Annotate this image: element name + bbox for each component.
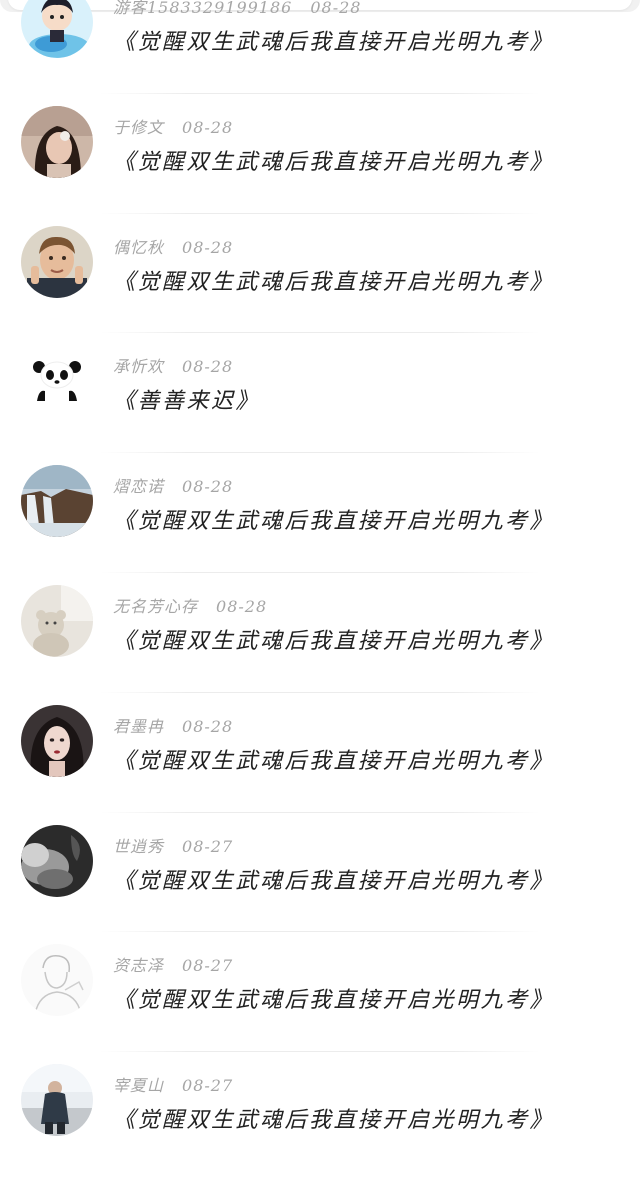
comment-date: 08-28 <box>216 596 268 616</box>
comment-text: 《觉醒双生武魂后我直接开启光明九考》 <box>113 509 555 535</box>
username[interactable]: 游客1583329199186 <box>113 0 292 17</box>
comment-text: 《觉醒双生武魂后我直接开启光明九考》 <box>113 628 555 654</box>
comment-item[interactable]: 君墨冉 08-28 《觉醒双生武魂后我直接开启光明九考》 <box>0 693 640 813</box>
boy-photo-avatar <box>21 225 93 298</box>
comment-text: 《觉醒双生武魂后我直接开启光明九考》 <box>113 1108 555 1134</box>
woman-portrait-avatar <box>21 704 93 777</box>
comment-item[interactable]: 游客1583329199186 08-28 《觉醒双生武魂后我直接开启光明九考》 <box>0 0 640 94</box>
comment-text: 《觉醒双生武魂后我直接开启光明九考》 <box>113 30 555 55</box>
comment-item[interactable]: 资志泽 08-27 《觉醒双生武魂后我直接开启光明九考》 <box>0 932 640 1053</box>
comment-date: 08-28 <box>310 0 362 17</box>
comment-list-panel: 游客1583329199186 08-28 《觉醒双生武魂后我直接开启光明九考》 … <box>0 0 640 1177</box>
panda-icon <box>21 345 93 418</box>
comment-meta: 偶忆秋 08-28 <box>113 234 233 258</box>
avatar[interactable] <box>21 824 93 897</box>
avatar[interactable] <box>21 345 93 418</box>
comment-text: 《觉醒双生武魂后我直接开启光明九考》 <box>113 748 555 774</box>
sketch-boy-avatar <box>21 944 93 1017</box>
comment-meta: 游客1583329199186 08-28 <box>113 0 361 18</box>
comment-text: 《觉醒双生武魂后我直接开启光明九考》 <box>113 149 555 175</box>
comment-item[interactable]: 偶忆秋 08-28 《觉醒双生武魂后我直接开启光明九考》 <box>0 214 640 334</box>
comment-text: 《觉醒双生武魂后我直接开启光明九考》 <box>113 988 555 1014</box>
comment-date: 08-27 <box>182 956 234 976</box>
comment-item[interactable]: 无名芳心存 08-28 《觉醒双生武魂后我直接开启光明九考》 <box>0 573 640 693</box>
username[interactable]: 世逍秀 <box>113 837 164 856</box>
avatar[interactable] <box>21 0 93 58</box>
username[interactable]: 于修文 <box>113 118 164 137</box>
comment-item[interactable]: 熠恋诺 08-28 《觉醒双生武魂后我直接开启光明九考》 <box>0 453 640 573</box>
comment-meta: 资志泽 08-27 <box>113 952 233 976</box>
avatar[interactable] <box>21 1064 93 1137</box>
username[interactable]: 宰夏山 <box>113 1076 164 1095</box>
comment-item[interactable]: 世逍秀 08-27 《觉醒双生武魂后我直接开启光明九考》 <box>0 813 640 933</box>
comment-meta: 君墨冉 08-28 <box>113 713 233 737</box>
comment-meta: 承忻欢 08-28 <box>113 353 233 377</box>
comment-item[interactable]: 承忻欢 08-28 《善善来迟》 <box>0 333 640 454</box>
comment-list: 游客1583329199186 08-28 《觉醒双生武魂后我直接开启光明九考》 … <box>0 0 640 1172</box>
comment-item[interactable]: 于修文 08-28 《觉醒双生武魂后我直接开启光明九考》 <box>0 94 640 214</box>
avatar[interactable] <box>21 225 93 298</box>
girl-photo-avatar <box>21 105 93 178</box>
username[interactable]: 资志泽 <box>113 956 164 975</box>
username[interactable]: 偶忆秋 <box>113 238 164 257</box>
avatar[interactable] <box>21 465 93 538</box>
teddy-bear-avatar <box>21 584 93 657</box>
street-photo-avatar <box>21 1064 93 1137</box>
avatar[interactable] <box>21 105 93 178</box>
comment-date: 08-28 <box>182 357 234 377</box>
cartoon-boy-avatar <box>21 0 93 58</box>
comment-item[interactable]: 宰夏山 08-27 《觉醒双生武魂后我直接开启光明九考》 <box>0 1052 640 1172</box>
username[interactable]: 无名芳心存 <box>113 597 198 616</box>
comment-date: 08-28 <box>182 716 234 736</box>
waterfall-avatar <box>21 465 93 538</box>
comment-text: 《觉醒双生武魂后我直接开启光明九考》 <box>113 868 555 894</box>
comment-date: 08-28 <box>182 237 234 257</box>
comment-text: 《觉醒双生武魂后我直接开启光明九考》 <box>113 269 555 295</box>
avatar[interactable] <box>21 584 93 657</box>
username[interactable]: 君墨冉 <box>113 717 164 736</box>
comment-meta: 无名芳心存 08-28 <box>113 593 267 617</box>
comment-meta: 于修文 08-28 <box>113 114 233 138</box>
comment-date: 08-27 <box>182 1076 234 1096</box>
smoke-avatar <box>21 824 93 897</box>
comment-meta: 世逍秀 08-27 <box>113 833 233 857</box>
username[interactable]: 熠恋诺 <box>113 477 164 496</box>
comment-meta: 熠恋诺 08-28 <box>113 473 233 497</box>
avatar[interactable] <box>21 944 93 1017</box>
avatar[interactable] <box>21 704 93 777</box>
comment-date: 08-28 <box>182 477 234 497</box>
comment-text: 《善善来迟》 <box>113 389 261 415</box>
username[interactable]: 承忻欢 <box>113 357 164 376</box>
comment-meta: 宰夏山 08-27 <box>113 1072 233 1096</box>
comment-date: 08-28 <box>182 117 234 137</box>
comment-date: 08-27 <box>182 836 234 856</box>
